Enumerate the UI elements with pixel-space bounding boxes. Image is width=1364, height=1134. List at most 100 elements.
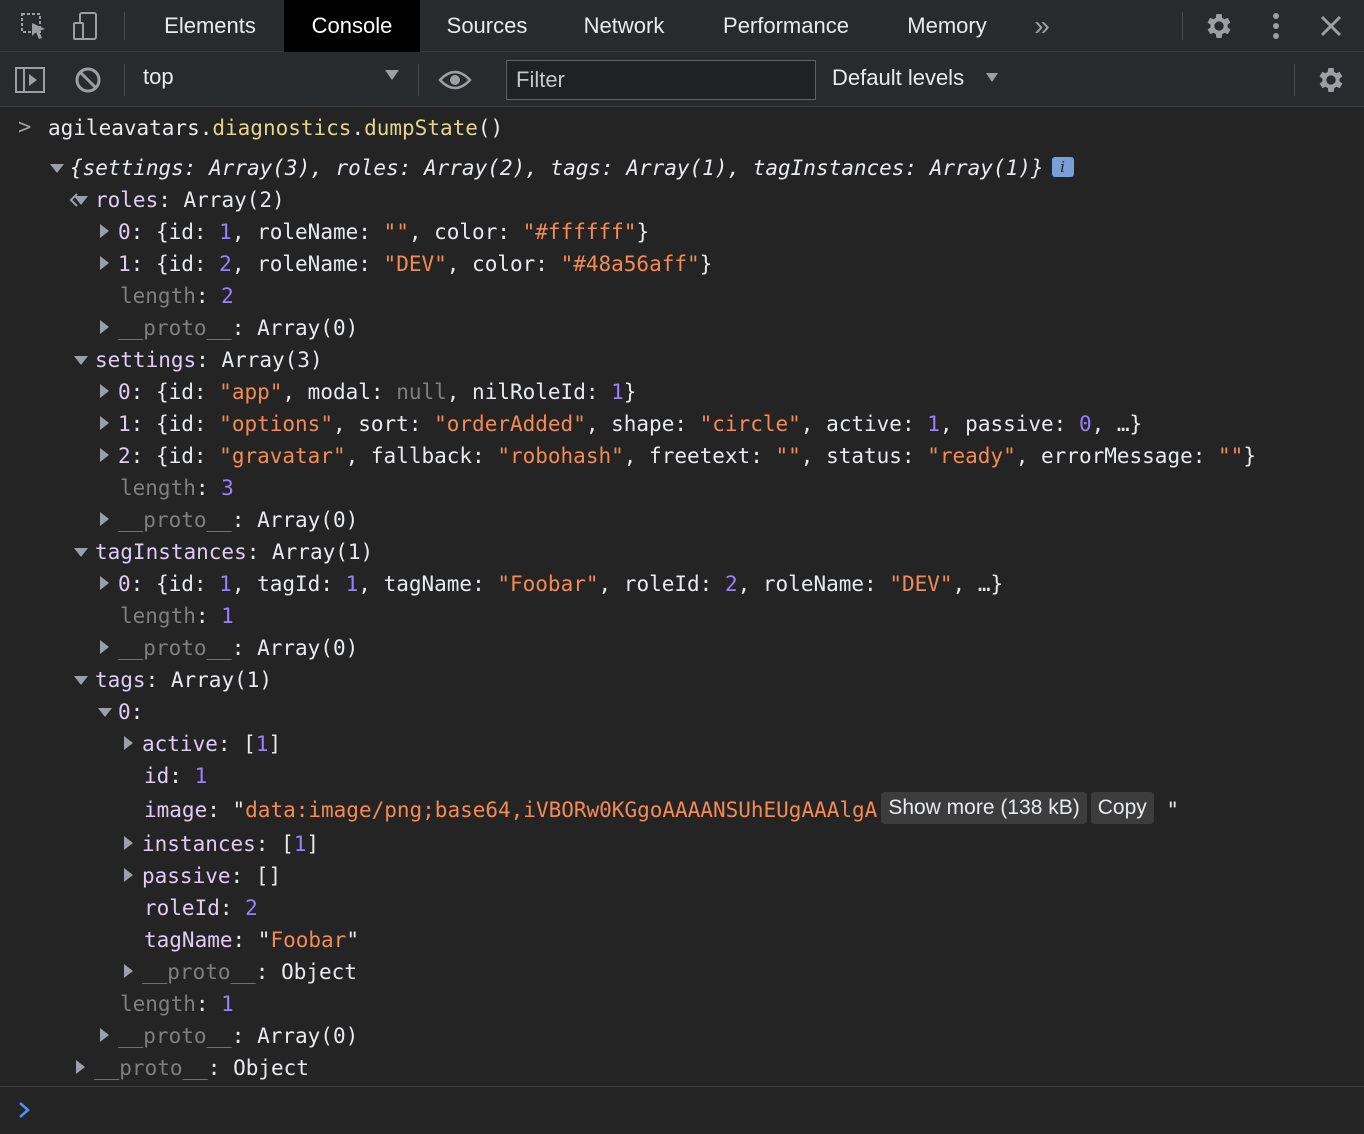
tag-instances-row[interactable]: instances: [1] [142, 828, 319, 860]
value: 1 [221, 992, 234, 1016]
expand-roles-proto-toggle[interactable] [100, 320, 109, 334]
value: Object [233, 1056, 309, 1080]
expand-setting-0-toggle[interactable] [100, 384, 109, 398]
taginstances-row[interactable]: tagInstances: Array(1) [95, 536, 373, 568]
filter-input[interactable] [506, 60, 816, 100]
console-prompt[interactable] [0, 1087, 1364, 1134]
taginstance-0-row[interactable]: 0: {id: 1, tagId: 1, tagName: "Foobar", … [118, 568, 1003, 600]
key-label: tags [95, 668, 146, 692]
tab-performance[interactable]: Performance [700, 0, 872, 52]
more-tabs-button[interactable]: » [1022, 0, 1062, 52]
tab-network[interactable]: Network [558, 0, 690, 52]
chevron-down-icon[interactable] [986, 73, 998, 82]
expand-roles-toggle[interactable] [74, 196, 88, 205]
expand-root-proto-toggle[interactable] [76, 1060, 85, 1074]
eye-icon[interactable] [437, 62, 473, 98]
console-settings-gear-icon[interactable] [1313, 62, 1349, 98]
expand-taginstance-0-toggle[interactable] [100, 576, 109, 590]
expand-taginstances-proto-toggle[interactable] [100, 640, 109, 654]
value: 0 [1078, 412, 1092, 436]
value: "#48a56aff" [560, 252, 700, 276]
command-property: diagnostics [212, 116, 352, 140]
role-0-row[interactable]: 0: {id: 1, roleName: "", color: "#ffffff… [118, 216, 649, 248]
value: "" [383, 220, 409, 244]
info-icon[interactable]: i [1051, 157, 1074, 177]
divider [1182, 12, 1183, 40]
tags-proto-row[interactable]: __proto__: Array(0) [118, 1020, 358, 1052]
tags-row[interactable]: tags: Array(1) [95, 664, 272, 696]
roles-proto-row[interactable]: __proto__: Array(0) [118, 312, 358, 344]
setting-1-row[interactable]: 1: {id: "options", sort: "orderAdded", s… [118, 408, 1142, 440]
expand-settings-toggle[interactable] [74, 356, 88, 365]
setting-0-row[interactable]: 0: {id: "app", modal: null, nilRoleId: 1… [118, 376, 636, 408]
key-label: roles [95, 188, 159, 212]
value: 1 [194, 764, 208, 788]
chevron-down-icon[interactable] [385, 70, 399, 80]
value: "orderAdded" [434, 412, 586, 436]
tab-sources[interactable]: Sources [424, 0, 550, 52]
copy-button[interactable]: Copy [1090, 792, 1154, 824]
expand-tag-0-toggle[interactable] [98, 708, 112, 717]
tab-elements[interactable]: Elements [140, 0, 280, 52]
role-1-row[interactable]: 1: {id: 2, roleName: "DEV", color: "#48a… [118, 248, 712, 280]
tag-proto-row[interactable]: __proto__: Object [142, 956, 357, 988]
tag-passive-row[interactable]: passive: [] [142, 860, 281, 892]
setting-2-row[interactable]: 2: {id: "gravatar", fallback: "robohash"… [118, 440, 1256, 472]
prompt-chevron-icon [19, 1102, 30, 1118]
tab-memory[interactable]: Memory [882, 0, 1012, 52]
taginstances-proto-row[interactable]: __proto__: Array(0) [118, 632, 358, 664]
expand-role-1-toggle[interactable] [100, 256, 109, 270]
command-object: agileavatars [48, 116, 200, 140]
value: Foobar [270, 928, 347, 952]
root-proto-row[interactable]: __proto__: Object [94, 1052, 309, 1084]
type-label: Array(3) [221, 348, 323, 372]
inspect-element-icon[interactable] [16, 8, 52, 44]
tag-0-row[interactable]: 0: [118, 696, 143, 728]
settings-proto-row[interactable]: __proto__: Array(0) [118, 504, 358, 536]
expand-role-0-toggle[interactable] [100, 224, 109, 238]
expand-setting-1-toggle[interactable] [100, 416, 109, 430]
expand-taginstances-toggle[interactable] [74, 548, 88, 557]
show-more-button[interactable]: Show more (138 kB) [881, 792, 1087, 824]
value: 2 [245, 896, 258, 920]
value: 1 [927, 412, 940, 436]
command-method: dumpState [364, 116, 478, 140]
close-icon[interactable] [1313, 8, 1349, 44]
expand-tag-passive-toggle[interactable] [124, 868, 133, 882]
result-summary[interactable]: {settings: Array(3), roles: Array(2), ta… [70, 152, 1074, 184]
expand-tag-proto-toggle[interactable] [124, 964, 133, 978]
expand-tag-instances-toggle[interactable] [124, 836, 133, 850]
device-toolbar-icon[interactable] [68, 8, 104, 44]
value: null [396, 380, 447, 404]
taginstances-length-row: length: 1 [120, 604, 234, 628]
tab-console[interactable]: Console [284, 0, 420, 52]
expand-settings-proto-toggle[interactable] [100, 512, 109, 526]
tag-image-row: image: "data:image/png;base64,iVBORw0KGg… [144, 792, 1179, 828]
settings-row[interactable]: settings: Array(3) [95, 344, 323, 376]
more-options-icon[interactable] [1258, 8, 1294, 44]
default-levels-dropdown[interactable]: Default levels [832, 65, 964, 91]
expand-tag-active-toggle[interactable] [124, 736, 133, 750]
context-selector[interactable]: top [143, 64, 174, 90]
roles-row[interactable]: roles: Array(2) [95, 184, 285, 216]
value: "circle" [699, 412, 801, 436]
value: Array(0) [257, 1024, 359, 1048]
settings-gear-icon[interactable] [1201, 8, 1237, 44]
tags-length-row: length: 1 [120, 992, 234, 1016]
expand-result-toggle[interactable] [50, 164, 64, 173]
expand-tags-toggle[interactable] [74, 676, 88, 685]
settings-length-row: length: 3 [120, 476, 234, 500]
clear-console-icon[interactable] [70, 62, 106, 98]
command-input-echo: agileavatars.diagnostics.dumpState() [48, 116, 504, 140]
value: "options" [219, 412, 333, 436]
expand-setting-2-toggle[interactable] [100, 448, 109, 462]
show-sidebar-icon[interactable] [12, 62, 48, 98]
value: 1 [219, 572, 232, 596]
tag-active-row[interactable]: active: [1] [142, 728, 281, 760]
expand-tags-proto-toggle[interactable] [100, 1028, 109, 1042]
value: 2 [221, 284, 234, 308]
tag-id-row: id: 1 [144, 764, 208, 788]
value: "ready" [927, 444, 1016, 468]
console-output: > agileavatars.diagnostics.dumpState() {… [0, 108, 1364, 1086]
index: 0 [118, 220, 131, 244]
